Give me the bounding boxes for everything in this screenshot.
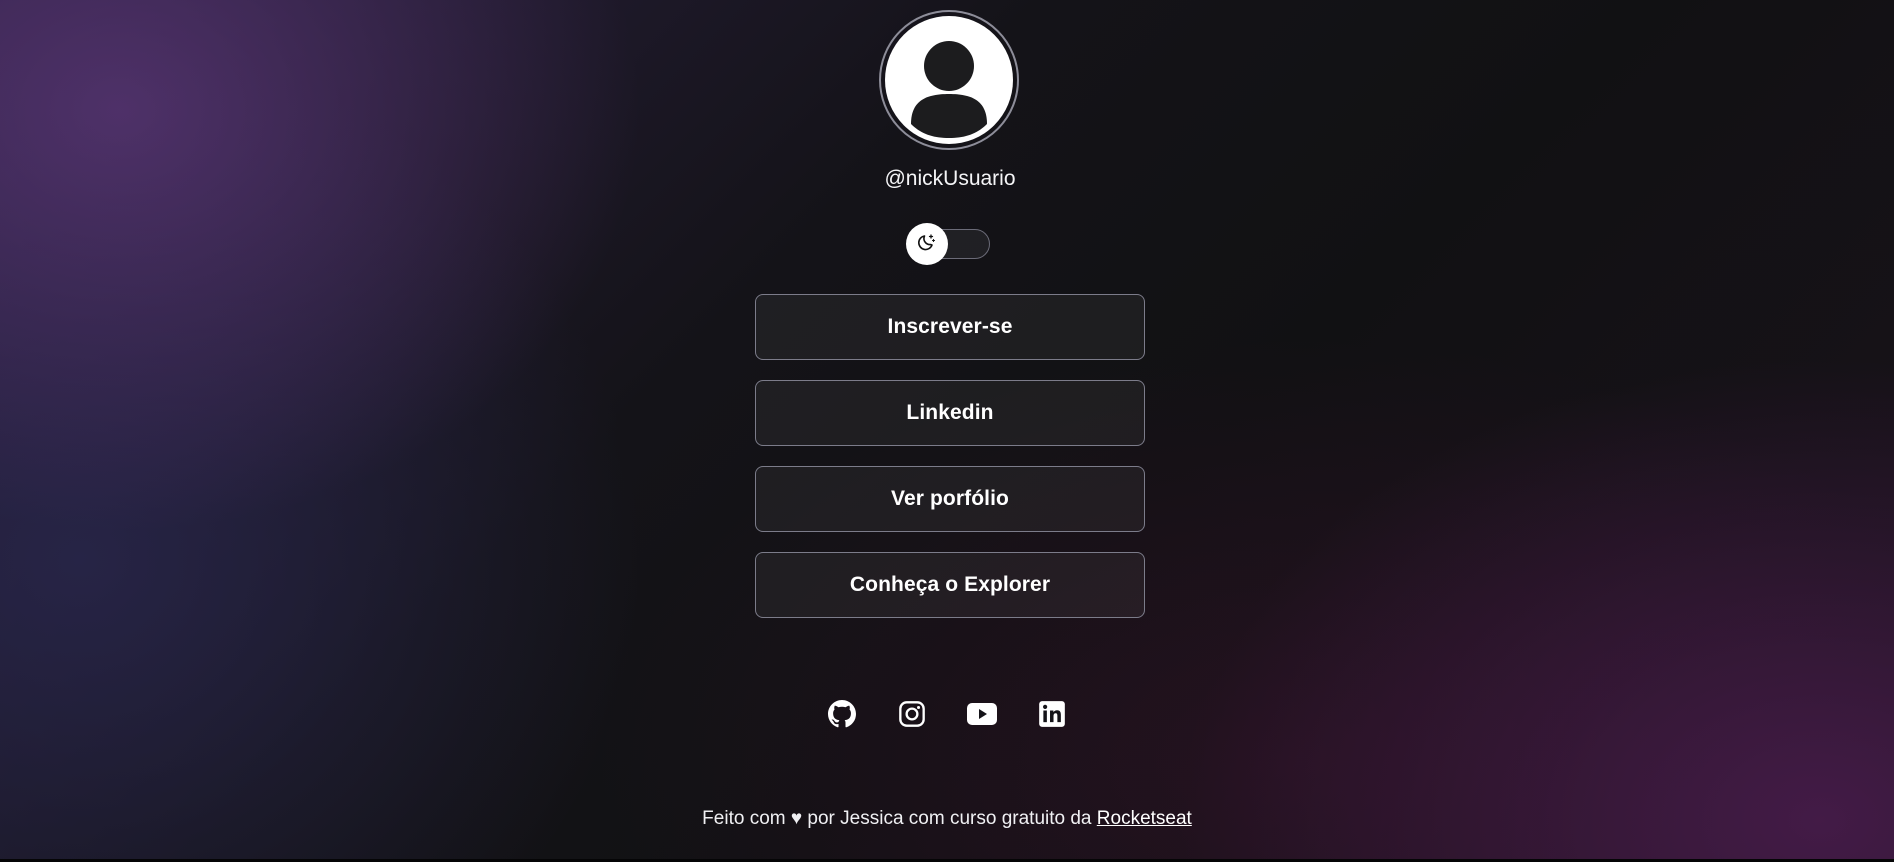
moon-icon	[917, 232, 937, 257]
footer-text: Feito com ♥ por Jessica com curso gratui…	[702, 808, 1092, 829]
linkedin-icon[interactable]	[1035, 697, 1069, 731]
list-item: Ver porfólio	[755, 466, 1145, 532]
explorer-button[interactable]: Conheça o Explorer	[755, 552, 1145, 618]
profile-picture	[879, 10, 1019, 150]
inscrever-se-button[interactable]: Inscrever-se	[755, 294, 1145, 360]
rocketseat-link[interactable]: Rocketseat	[1097, 808, 1192, 829]
username: @nickUsuario	[884, 167, 1016, 190]
linkedin-button[interactable]: Linkedin	[755, 380, 1145, 446]
list-item: Conheça o Explorer	[755, 552, 1145, 618]
links-list: Inscrever-se Linkedin Ver porfólio Conhe…	[755, 294, 1145, 638]
list-item: Inscrever-se	[755, 294, 1145, 360]
github-icon[interactable]	[825, 697, 859, 731]
user-avatar-icon	[885, 16, 1013, 144]
social-links	[825, 697, 1075, 731]
youtube-icon[interactable]	[965, 697, 999, 731]
theme-switch[interactable]	[906, 223, 990, 265]
portfolio-button[interactable]: Ver porfólio	[755, 466, 1145, 532]
instagram-icon[interactable]	[895, 697, 929, 731]
list-item: Linkedin	[755, 380, 1145, 446]
footer: Feito com ♥ por Jessica com curso gratui…	[0, 807, 1894, 831]
switch-knob[interactable]	[906, 223, 948, 265]
